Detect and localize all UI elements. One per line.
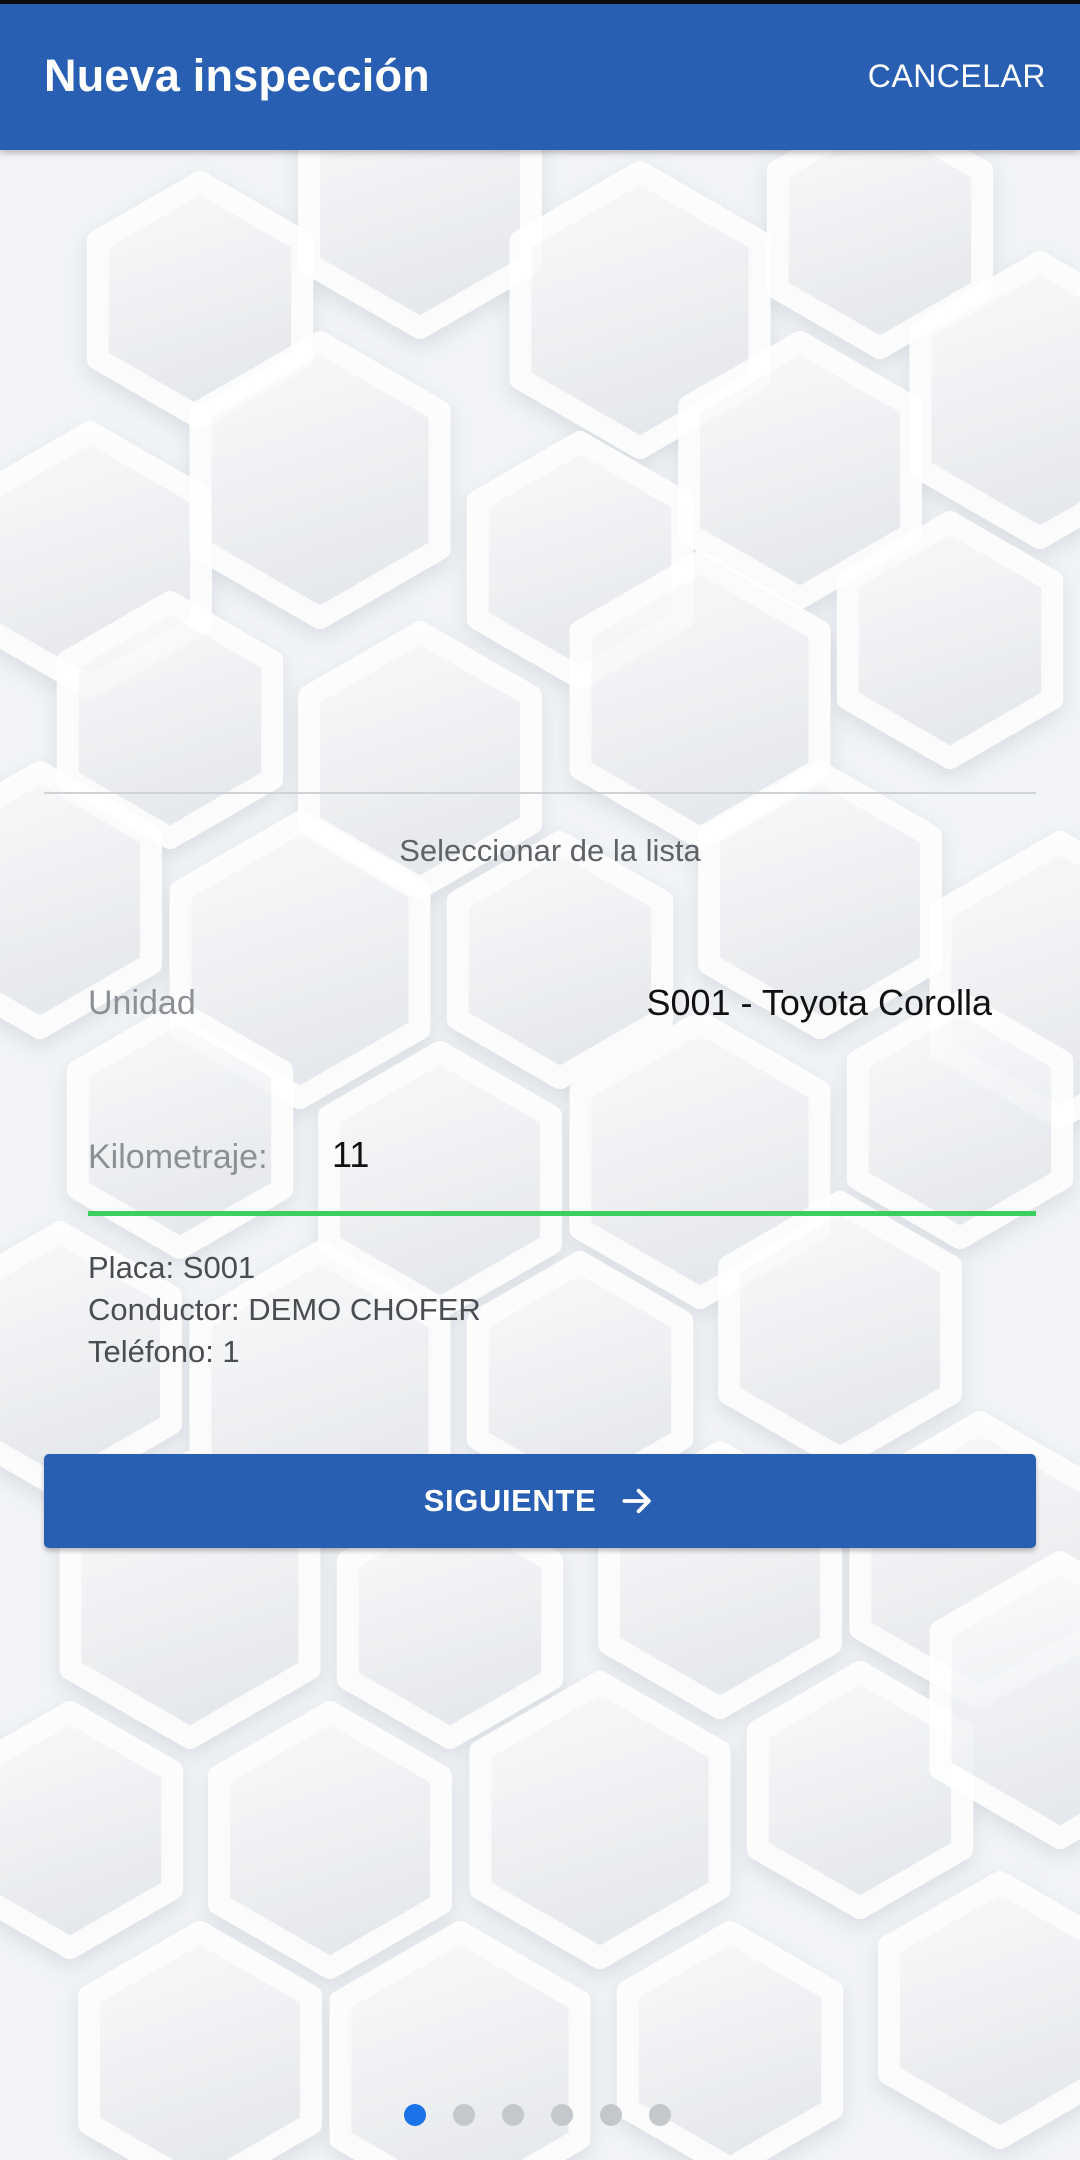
unit-selector[interactable]: S001 - Toyota Corolla	[646, 982, 992, 1024]
step-dot[interactable]	[404, 2104, 426, 2126]
arrow-right-icon	[622, 1488, 652, 1514]
mileage-input-underline	[88, 1211, 1036, 1216]
step-dot[interactable]	[551, 2104, 573, 2126]
cancel-button[interactable]: CANCELAR	[868, 58, 1046, 95]
mileage-label: Kilometraje:	[88, 1138, 268, 1176]
mileage-input[interactable]	[332, 1130, 1032, 1180]
select-from-list-link[interactable]: Seleccionar de la lista	[0, 833, 1080, 869]
step-indicator	[404, 2104, 671, 2126]
step-dot[interactable]	[649, 2104, 671, 2126]
step-dot[interactable]	[453, 2104, 475, 2126]
inspection-form: Seleccionar de la lista Unidad S001 - To…	[0, 0, 1080, 2160]
plate-text: Placa: S001	[88, 1250, 256, 1285]
step-dot[interactable]	[502, 2104, 524, 2126]
unit-label: Unidad	[88, 984, 196, 1022]
app-bar: Nueva inspección CANCELAR	[0, 4, 1080, 150]
next-button-label: SIGUIENTE	[423, 1483, 597, 1518]
driver-text: Conductor: DEMO CHOFER	[88, 1292, 481, 1327]
next-button[interactable]: SIGUIENTE	[44, 1454, 1036, 1548]
section-divider	[44, 792, 1036, 794]
step-dot[interactable]	[600, 2104, 622, 2126]
phone-text: Teléfono: 1	[88, 1334, 240, 1369]
page-title: Nueva inspección	[44, 50, 430, 101]
status-bar	[0, 0, 1080, 4]
